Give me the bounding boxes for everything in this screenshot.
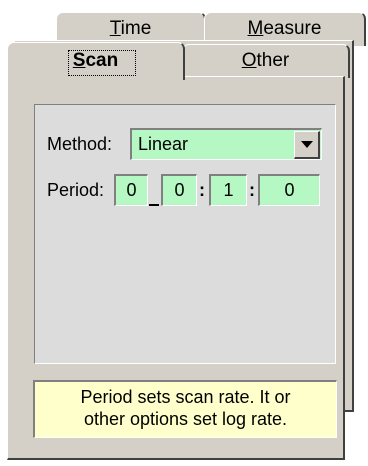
colon-separator: :: [199, 180, 205, 200]
period-minutes-field[interactable]: 1: [209, 174, 247, 206]
hint-line-1: Period sets scan rate. It or: [80, 387, 291, 407]
period-label: Period:: [47, 180, 105, 200]
period-days-value: 0: [126, 180, 137, 200]
method-value: Linear: [138, 134, 189, 154]
period-seconds-field[interactable]: 0: [258, 174, 320, 206]
hint-line-2: other options set log rate.: [83, 409, 288, 429]
hint-panel: Period sets scan rate. It or other optio…: [33, 380, 337, 438]
method-label: Method:: [47, 134, 113, 154]
period-hours-value: 0: [174, 180, 185, 200]
method-dropdown-button[interactable]: [294, 131, 320, 159]
tab-dialog: Time Measure Other Scan Method: Linear P…: [0, 0, 368, 466]
period-seconds-value: 0: [284, 180, 295, 200]
tab-other[interactable]: Other: [182, 44, 350, 78]
spin-underscore: [149, 204, 159, 206]
colon-separator: :: [249, 180, 255, 200]
period-minutes-value: 1: [223, 180, 234, 200]
period-hours-field[interactable]: 0: [161, 174, 197, 206]
period-days-field[interactable]: 0: [114, 174, 148, 206]
chevron-down-icon: [300, 141, 313, 148]
method-select[interactable]: Linear: [130, 128, 322, 160]
focus-rectangle: [68, 50, 136, 76]
tab-other-label: Other: [241, 50, 290, 71]
